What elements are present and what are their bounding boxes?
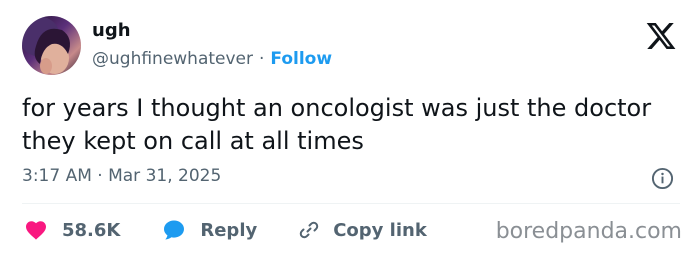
like-count: 58.6K: [62, 219, 121, 241]
handle[interactable]: @ughfinewhatever: [92, 49, 253, 69]
separator-dot: ·: [259, 49, 265, 69]
timestamp[interactable]: 3:17 AM · Mar 31, 2025: [22, 166, 221, 186]
heart-icon: [26, 221, 46, 240]
link-icon: [300, 221, 319, 239]
watermark: boredpanda.com: [495, 219, 682, 244]
copy-link-button[interactable]: Copy link: [297, 218, 427, 242]
x-logo-icon[interactable]: [645, 20, 677, 52]
action-bar: 58.6K Reply Copy link: [24, 217, 427, 243]
info-icon[interactable]: [651, 167, 674, 190]
tweet-text: for years I thought an oncologist was ju…: [22, 94, 652, 155]
speech-bubble-icon: [164, 220, 185, 240]
reply-label: Reply: [200, 219, 258, 241]
divider: [22, 203, 680, 204]
avatar[interactable]: [22, 16, 81, 75]
reply-button[interactable]: Reply: [162, 218, 257, 242]
tweet-card: ugh @ughfinewhatever · Follow for years …: [0, 0, 700, 256]
copy-link-label: Copy link: [333, 219, 427, 241]
display-name[interactable]: ugh: [92, 20, 131, 41]
handle-row: @ughfinewhatever · Follow: [92, 49, 332, 69]
follow-button[interactable]: Follow: [270, 49, 332, 69]
like-button[interactable]: 58.6K: [24, 218, 120, 242]
